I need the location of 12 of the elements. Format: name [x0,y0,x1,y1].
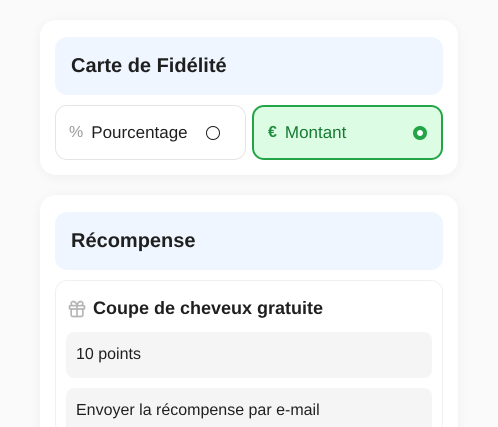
symbol-icon: % [69,120,84,144]
section-title: Carte de Fidélité [71,54,227,79]
symbol-icon: € [268,120,277,144]
option-button[interactable]: % Pourcentage [55,105,246,160]
radio-icon [206,126,220,140]
section-title: Récompense [71,229,196,254]
gift-icon [67,298,87,318]
reward-field[interactable]: 10 points [66,332,432,378]
radio-icon [413,126,427,140]
reward-field[interactable]: Envoyer la récompense par e-mail [66,388,432,427]
option-button[interactable]: € Montant [252,105,443,160]
reward-title: Coupe de cheveux gratuite [93,297,324,320]
